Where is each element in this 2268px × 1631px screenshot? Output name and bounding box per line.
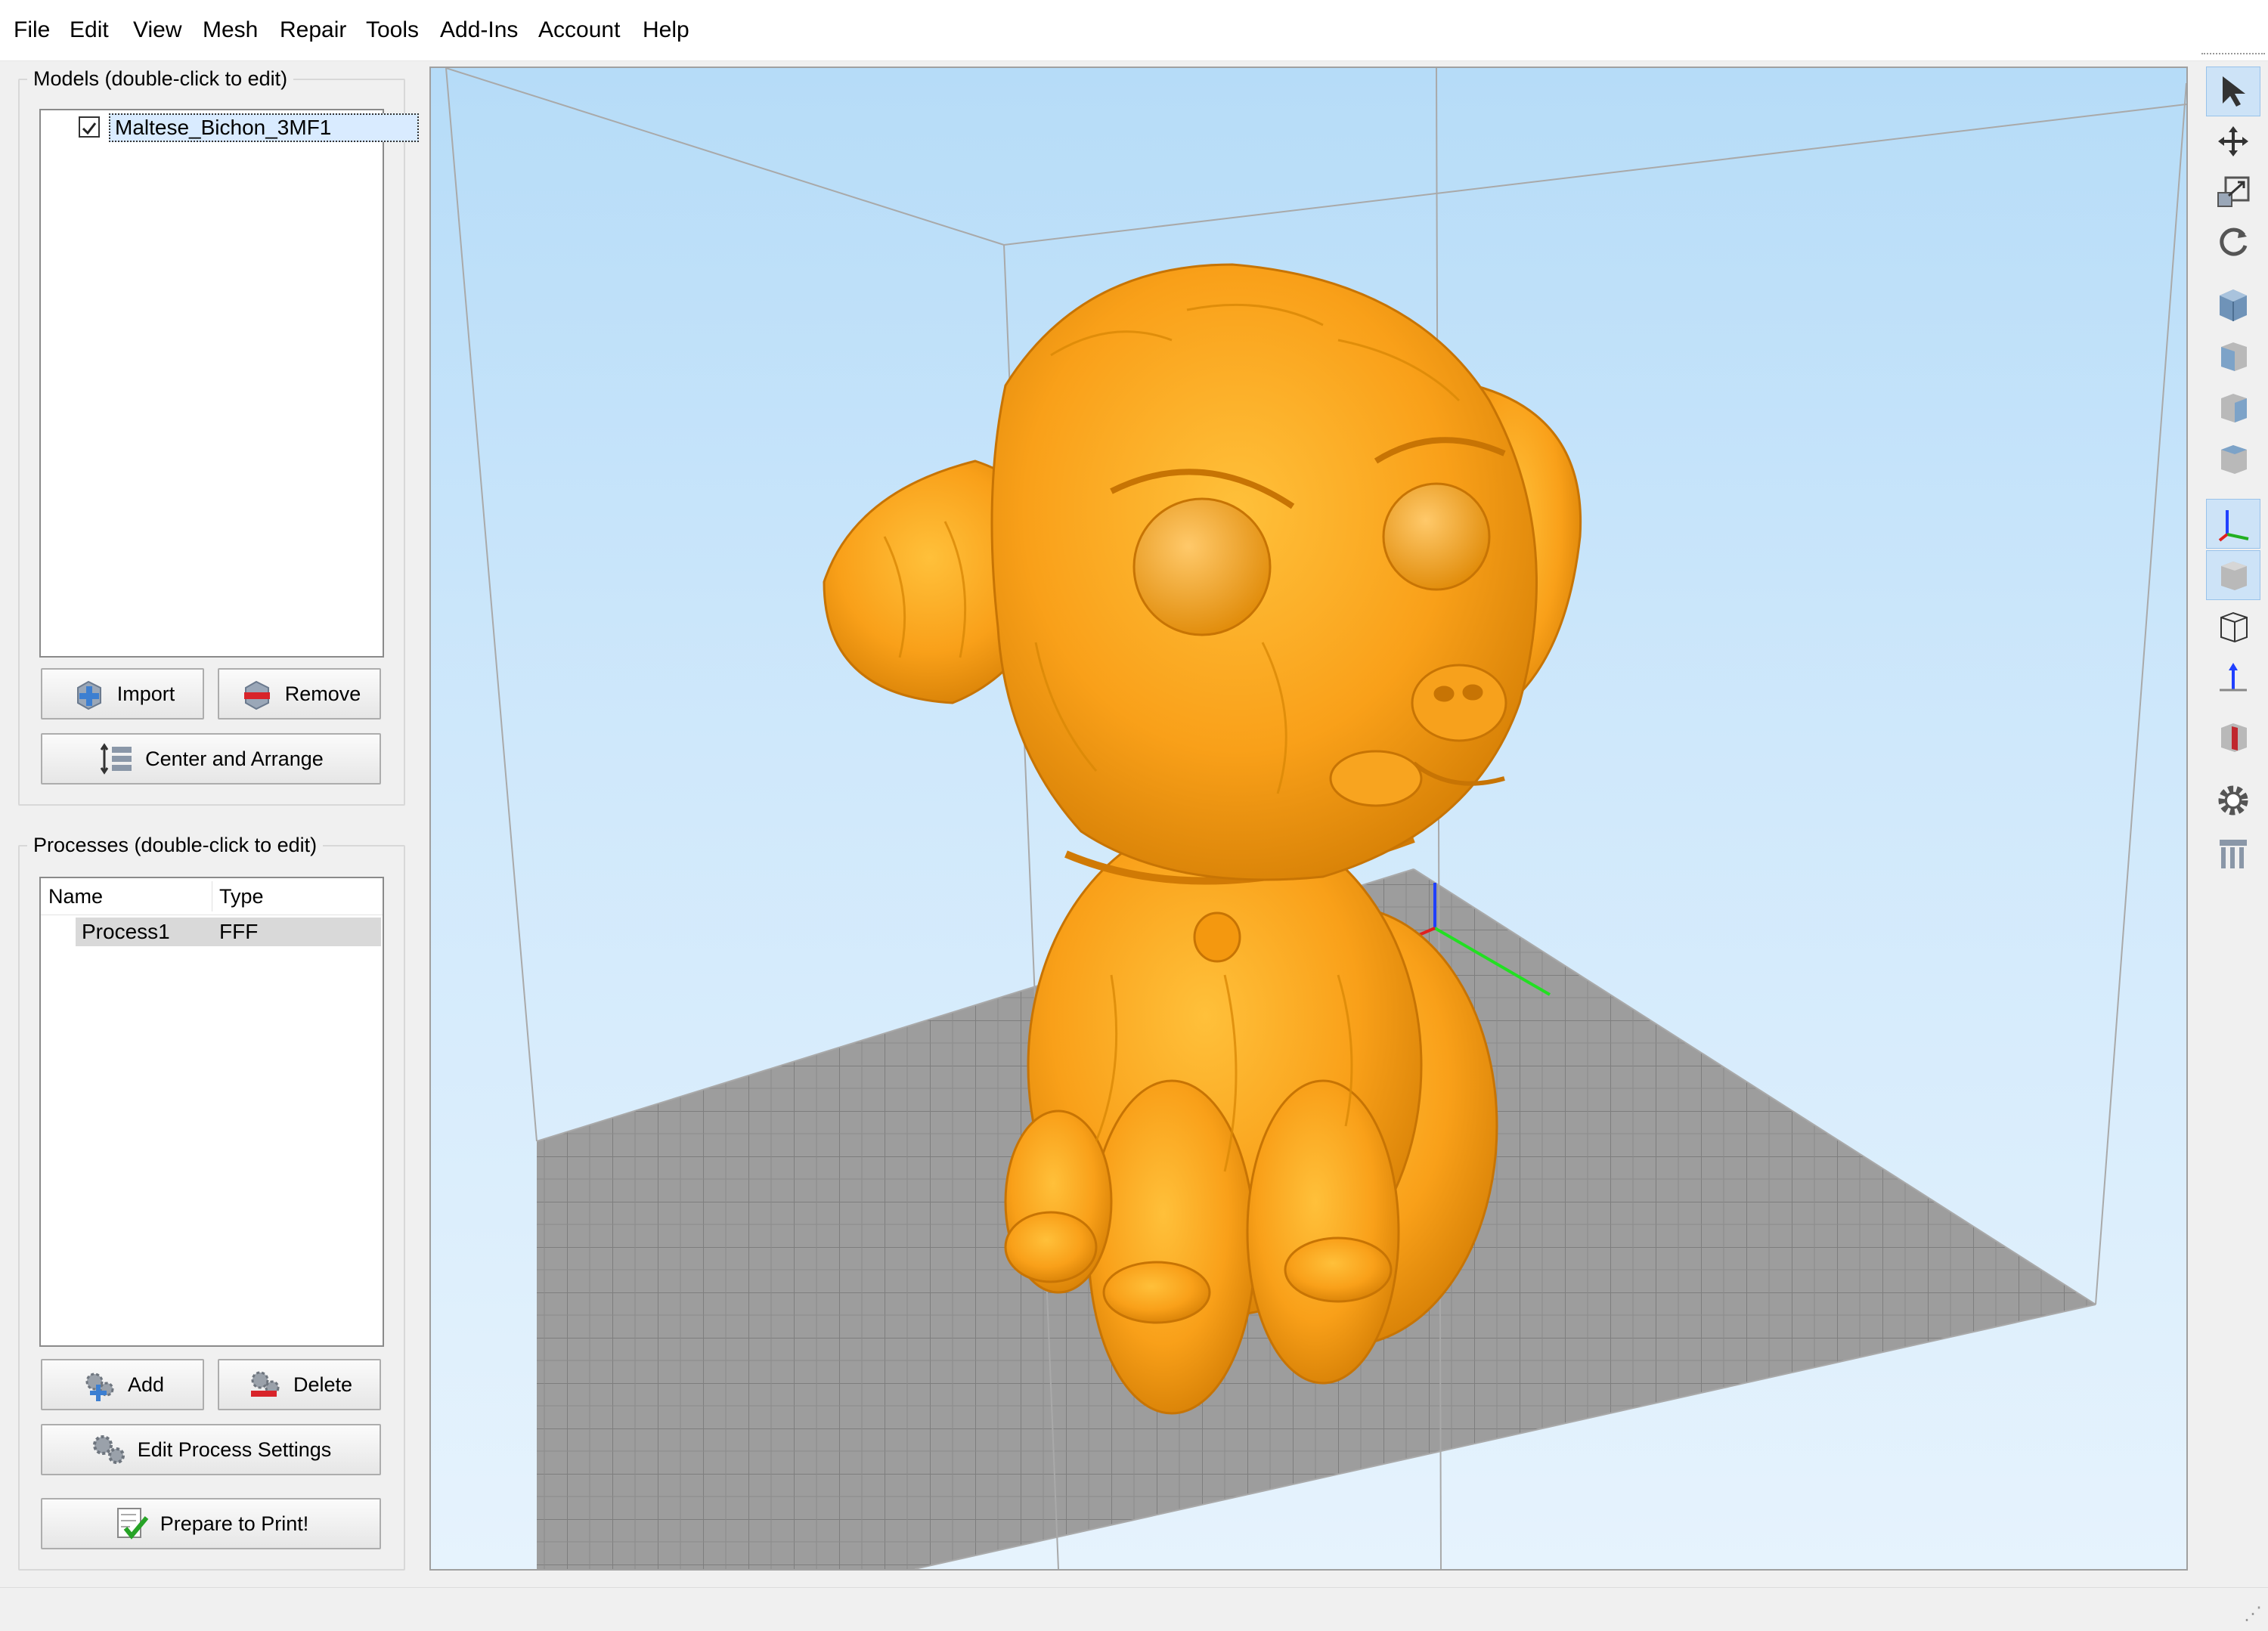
import-plus-cube-icon xyxy=(70,676,107,712)
menu-help[interactable]: Help xyxy=(638,14,694,47)
import-button[interactable]: Import xyxy=(41,668,204,720)
z-axis-icon[interactable] xyxy=(2206,653,2260,703)
edit-process-settings-button[interactable]: Edit Process Settings xyxy=(41,1424,381,1475)
processes-group-title: Processes (double-click to edit) xyxy=(27,831,324,859)
processes-header: Name Type xyxy=(41,878,383,915)
menu-repair[interactable]: Repair xyxy=(275,14,351,47)
scale-icon[interactable] xyxy=(2206,166,2260,216)
remove-minus-cube-icon xyxy=(238,676,274,712)
solid-view-icon[interactable] xyxy=(2206,550,2260,600)
select-arrow-icon[interactable] xyxy=(2206,67,2260,116)
menu-bar: File Edit View Mesh Repair Tools Add-Ins… xyxy=(0,0,2268,61)
column-name-header[interactable]: Name xyxy=(48,883,103,910)
prepare-to-print-label: Prepare to Print! xyxy=(160,1512,309,1535)
center-arrange-button[interactable]: Center and Arrange xyxy=(41,733,381,785)
center-arrange-label: Center and Arrange xyxy=(145,747,324,770)
settings-gear-icon[interactable] xyxy=(2206,775,2260,825)
scene xyxy=(445,68,2186,1569)
edit-process-settings-label: Edit Process Settings xyxy=(137,1438,332,1461)
menu-file[interactable]: File xyxy=(9,14,54,47)
menu-add-ins[interactable]: Add-Ins xyxy=(435,14,522,47)
3d-viewport[interactable] xyxy=(429,67,2188,1571)
menu-view[interactable]: View xyxy=(129,14,186,47)
model-item[interactable]: Maltese_Bichon_3MF1 xyxy=(79,113,419,142)
remove-button[interactable]: Remove xyxy=(218,668,381,720)
view-iso-icon[interactable] xyxy=(2206,280,2260,330)
models-list[interactable]: Maltese_Bichon_3MF1 xyxy=(39,109,419,658)
import-label: Import xyxy=(116,682,175,705)
delete-process-label: Delete xyxy=(293,1373,353,1396)
supports-icon[interactable] xyxy=(2206,828,2260,878)
processes-list[interactable]: Name Type Process1 FFF xyxy=(39,877,384,1347)
menu-edit[interactable]: Edit xyxy=(65,14,113,47)
process-row[interactable]: Process1 FFF xyxy=(76,918,381,946)
column-type-header[interactable]: Type xyxy=(219,883,264,910)
view-side-icon[interactable] xyxy=(2206,382,2260,432)
add-process-label: Add xyxy=(127,1373,165,1396)
section-view-icon[interactable] xyxy=(2206,712,2260,762)
menu-account[interactable]: Account xyxy=(534,14,624,47)
checkmark-icon xyxy=(82,122,97,135)
status-bar: ⋰ xyxy=(0,1587,2268,1631)
gears-icon xyxy=(91,1431,127,1468)
process-name: Process1 xyxy=(82,920,170,943)
resize-grip-icon[interactable]: ⋰ xyxy=(2244,1603,2262,1625)
remove-label: Remove xyxy=(284,682,361,705)
arrange-icon xyxy=(98,741,135,777)
wireframe-icon[interactable] xyxy=(2206,602,2260,651)
move-icon[interactable] xyxy=(2206,116,2260,166)
rotate-icon[interactable] xyxy=(2206,216,2260,266)
model-item-label: Maltese_Bichon_3MF1 xyxy=(115,116,332,139)
process-type: FFF xyxy=(219,920,259,943)
menu-mesh[interactable]: Mesh xyxy=(198,14,262,47)
menu-tools[interactable]: Tools xyxy=(361,14,423,47)
checklist-check-icon xyxy=(113,1506,150,1542)
toolbar-grip xyxy=(2201,53,2265,59)
view-front-icon[interactable] xyxy=(2206,331,2260,381)
add-gears-icon xyxy=(81,1366,117,1403)
view-top-icon[interactable] xyxy=(2206,434,2260,484)
delete-process-button[interactable]: Delete xyxy=(218,1359,381,1410)
model-visible-checkbox[interactable] xyxy=(79,116,100,138)
models-group-title: Models (double-click to edit) xyxy=(27,65,294,92)
prepare-to-print-button[interactable]: Prepare to Print! xyxy=(41,1498,381,1549)
axes-icon[interactable] xyxy=(2206,499,2260,549)
add-process-button[interactable]: Add xyxy=(41,1359,204,1410)
delete-gears-icon xyxy=(246,1366,283,1403)
